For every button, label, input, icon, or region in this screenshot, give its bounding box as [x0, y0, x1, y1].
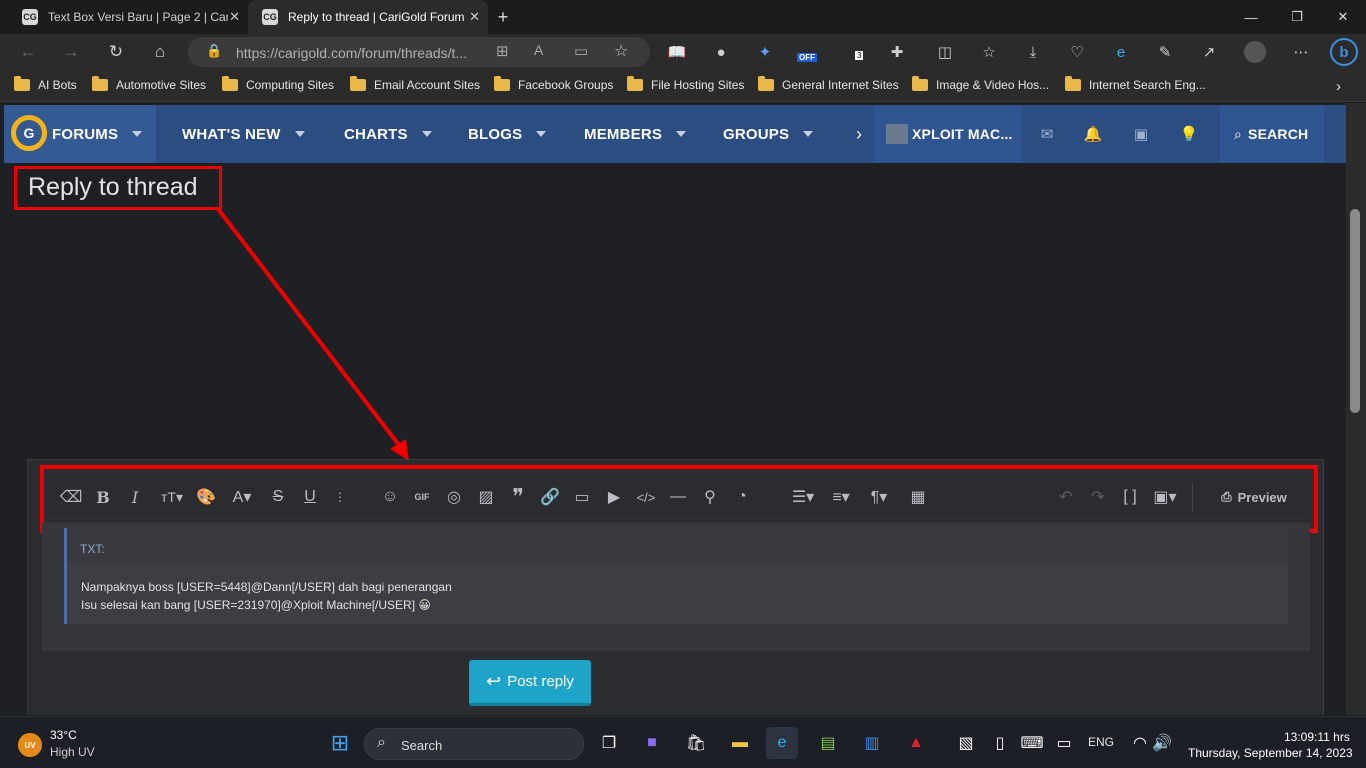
- language-indicator[interactable]: ENG: [1088, 735, 1114, 749]
- edge-taskbar-icon[interactable]: e: [766, 727, 798, 759]
- folder-icon: [14, 76, 30, 91]
- maximize-button[interactable]: ❐: [1274, 0, 1320, 34]
- profile-avatar[interactable]: [1244, 41, 1266, 63]
- display-icon[interactable]: ▭: [1048, 727, 1080, 759]
- quote-line: Isu selesai kan bang [USER=231970]@Xploi…: [81, 598, 431, 612]
- document-icon[interactable]: ▥: [856, 727, 888, 759]
- tab-text-box[interactable]: CG Text Box Versi Baru | Page 2 | Cari ✕: [8, 0, 248, 34]
- more-menu-icon[interactable]: ⋯: [1290, 41, 1312, 63]
- chevron-right-icon[interactable]: ›: [1336, 78, 1341, 95]
- task-view-icon[interactable]: ❐: [593, 727, 625, 759]
- tray-app-icon[interactable]: ▧: [950, 727, 982, 759]
- file-explorer-icon[interactable]: ▬: [724, 727, 756, 759]
- folder-icon: [494, 76, 510, 91]
- usb-icon[interactable]: ▯: [984, 727, 1016, 759]
- carigold-favicon: CG: [262, 9, 278, 25]
- count-badge: 3: [855, 51, 864, 60]
- home-icon[interactable]: ⌂: [146, 38, 174, 66]
- clock-time[interactable]: 13:09:11 hrs: [1284, 730, 1350, 744]
- volume-icon[interactable]: 🔊: [1146, 727, 1178, 759]
- url-text: https://carigold.com/forum/threads/t...: [236, 45, 468, 61]
- cursor-icon[interactable]: ✦: [754, 41, 776, 63]
- weather-badge[interactable]: UV: [18, 733, 42, 757]
- download-icon[interactable]: ⤓: [1022, 41, 1044, 63]
- folder-icon: [350, 76, 366, 91]
- folder-icon: [222, 76, 238, 91]
- search-icon: ⌕: [377, 734, 386, 751]
- tab-title: Reply to thread | CariGold Forum: [288, 10, 465, 24]
- quote-header: TXT:: [67, 528, 1288, 564]
- read-aloud-icon[interactable]: A: [534, 42, 543, 58]
- tab-reply-to-thread[interactable]: CG Reply to thread | CariGold Forum ✕: [248, 0, 488, 34]
- folder-icon: [627, 76, 643, 91]
- window-close-button[interactable]: ✕: [1320, 0, 1366, 34]
- tab-bar: CG Text Box Versi Baru | Page 2 | Cari ✕…: [0, 0, 1366, 34]
- bookmark-folder[interactable]: AI Bots: [14, 76, 77, 92]
- off-badge: OFF: [797, 53, 817, 62]
- share-icon[interactable]: ↗: [1198, 41, 1220, 63]
- extension-ball-icon[interactable]: ●: [710, 41, 732, 63]
- meet-icon[interactable]: ■: [636, 727, 668, 759]
- store-icon[interactable]: 🛍: [680, 727, 712, 759]
- bookmark-folder[interactable]: Computing Sites: [222, 76, 334, 92]
- clock-date[interactable]: Thursday, September 14, 2023: [1188, 746, 1353, 760]
- folder-icon: [912, 76, 928, 91]
- url-box[interactable]: 🔒 https://carigold.com/forum/threads/t..…: [188, 37, 650, 67]
- favorites-icon[interactable]: ☆: [978, 41, 1000, 63]
- extensions-puzzle-icon[interactable]: ✚: [886, 41, 908, 63]
- weather-temp[interactable]: 33°C: [50, 728, 77, 742]
- bookmark-folder[interactable]: Image & Video Hos...: [912, 76, 1049, 92]
- folder-icon: [758, 76, 774, 91]
- folder-icon: [1065, 76, 1081, 91]
- close-icon[interactable]: ✕: [229, 9, 240, 25]
- scrollbar-thumb[interactable]: [1350, 209, 1360, 413]
- health-icon[interactable]: ♡: [1066, 41, 1088, 63]
- forward-icon[interactable]: →: [57, 38, 85, 66]
- page-content: G FORUMS WHAT'S NEW CHARTS BLOGS MEMBERS…: [4, 103, 1346, 715]
- quote-line: Nampaknya boss [USER=5448]@Dann[/USER] d…: [81, 580, 452, 594]
- apps-icon[interactable]: ⊞: [496, 42, 509, 60]
- bookmark-folder[interactable]: File Hosting Sites: [627, 76, 744, 92]
- close-icon[interactable]: ✕: [469, 9, 480, 25]
- taskbar-search-label: Search: [401, 738, 443, 753]
- carigold-favicon: CG: [22, 9, 38, 25]
- screenshot-icon[interactable]: ✎: [1154, 41, 1176, 63]
- book-icon[interactable]: 📖: [666, 41, 688, 63]
- bing-icon[interactable]: b: [1330, 38, 1358, 66]
- new-tab-button[interactable]: +: [488, 0, 518, 34]
- notepad-icon[interactable]: ▤: [812, 727, 844, 759]
- taskbar: UV 33°C High UV ⊞ ⌕ Search ❐ ■ 🛍 ▬ e ▤ ▥…: [0, 716, 1366, 768]
- reader-icon[interactable]: ▭: [574, 42, 588, 60]
- bookmark-folder[interactable]: Facebook Groups: [494, 76, 613, 92]
- minimize-button[interactable]: —: [1228, 0, 1274, 34]
- windows-start-icon[interactable]: ⊞: [324, 727, 356, 759]
- quote-label: TXT:: [80, 542, 105, 556]
- tab-title: Text Box Versi Baru | Page 2 | Cari: [48, 10, 228, 24]
- split-screen-icon[interactable]: ◫: [934, 41, 956, 63]
- quote-block: TXT: Nampaknya boss [USER=5448]@Dann[/US…: [64, 528, 1288, 624]
- bookmarks-bar: AI Bots Automotive Sites Computing Sites…: [0, 70, 1366, 102]
- reply-icon: ↩: [486, 671, 502, 691]
- bookmark-folder[interactable]: General Internet Sites: [758, 76, 899, 92]
- back-icon[interactable]: ←: [14, 38, 42, 66]
- favorite-star-icon[interactable]: ☆: [614, 41, 628, 61]
- edge-icon[interactable]: e: [1110, 41, 1132, 63]
- ad-blocker-icon[interactable]: OFF: [797, 41, 821, 63]
- bookmark-folder[interactable]: Email Account Sites: [350, 76, 480, 92]
- folder-icon: [92, 76, 108, 91]
- refresh-icon[interactable]: ↻: [102, 38, 130, 66]
- address-bar: ← → ↻ ⌂ 🔒 https://carigold.com/forum/thr…: [0, 34, 1366, 70]
- pdf-icon[interactable]: ▲: [900, 727, 932, 759]
- lock-icon[interactable]: 🔒: [206, 43, 222, 59]
- translate-icon[interactable]: 3: [843, 41, 865, 63]
- bookmark-folder[interactable]: Internet Search Eng...: [1065, 76, 1206, 92]
- taskbar-search[interactable]: ⌕ Search: [364, 728, 584, 760]
- scrollbar[interactable]: [1346, 103, 1366, 715]
- weather-desc[interactable]: High UV: [50, 745, 95, 759]
- keyboard-icon[interactable]: ⌨: [1016, 727, 1048, 759]
- bookmark-folder[interactable]: Automotive Sites: [92, 76, 206, 92]
- post-reply-button[interactable]: ↩ Post reply: [469, 660, 591, 706]
